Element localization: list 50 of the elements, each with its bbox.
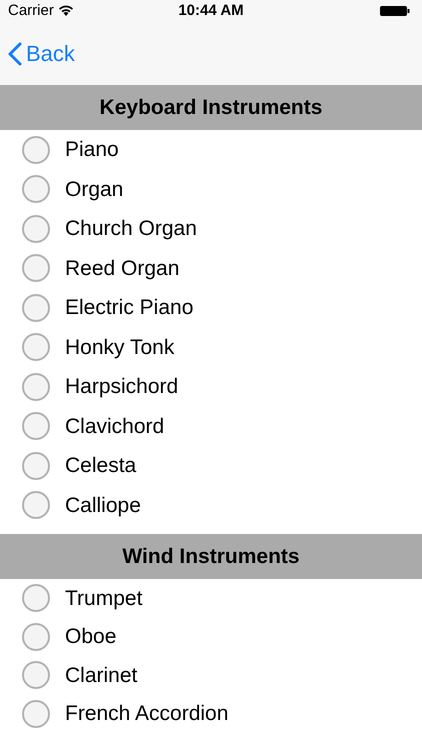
radio-option[interactable]: Trumpet	[0, 579, 422, 618]
section-header: Keyboard Instruments	[0, 85, 422, 130]
option-label: Piano	[65, 137, 119, 163]
radio-button[interactable]	[22, 254, 50, 282]
radio-button[interactable]	[22, 412, 50, 440]
radio-option[interactable]: Church Organ	[0, 209, 422, 248]
option-label: Electric Piano	[65, 295, 194, 321]
option-label: Clavichord	[65, 414, 164, 440]
radio-option[interactable]: Harpsichord	[0, 367, 422, 406]
radio-option[interactable]: French Accordion	[0, 694, 422, 733]
radio-button[interactable]	[22, 175, 50, 204]
radio-button[interactable]	[22, 584, 50, 612]
section-header: Wind Instruments	[0, 534, 422, 579]
radio-button[interactable]	[22, 372, 50, 401]
radio-option[interactable]: Clarinet	[0, 656, 422, 694]
option-label: Celesta	[65, 453, 136, 479]
radio-button[interactable]	[22, 491, 50, 520]
radio-option[interactable]: Reed Organ	[0, 248, 422, 288]
wifi-icon	[58, 5, 74, 17]
radio-button[interactable]	[22, 214, 50, 243]
option-label: French Accordion	[65, 701, 228, 727]
option-label: Church Organ	[65, 216, 197, 242]
chevron-left-icon	[8, 42, 22, 66]
radio-option[interactable]: Celesta	[0, 446, 422, 486]
back-button[interactable]: Back	[8, 37, 75, 70]
radio-button[interactable]	[22, 452, 50, 480]
radio-button[interactable]	[22, 333, 50, 362]
radio-option[interactable]: Piano	[0, 130, 422, 170]
battery-icon	[380, 5, 410, 17]
radio-button[interactable]	[22, 136, 50, 164]
radio-button[interactable]	[22, 661, 50, 690]
option-label: Honky Tonk	[65, 334, 174, 360]
radio-option[interactable]: Oboe	[0, 618, 422, 656]
option-label: Oboe	[65, 624, 116, 650]
option-label: Organ	[65, 176, 124, 202]
radio-button[interactable]	[22, 700, 50, 728]
option-label: Harpsichord	[65, 374, 178, 400]
option-label: Calliope	[65, 492, 141, 518]
radio-option[interactable]: Honky Tonk	[0, 328, 422, 367]
radio-option[interactable]: Clavichord	[0, 406, 422, 446]
carrier-label: Carrier	[8, 0, 54, 21]
clock-time: 10:44 AM	[178, 0, 244, 21]
radio-option[interactable]: Organ	[0, 170, 422, 209]
option-label: Reed Organ	[65, 256, 180, 282]
radio-button[interactable]	[22, 622, 50, 651]
option-label: Trumpet	[65, 586, 142, 612]
radio-option[interactable]: Calliope	[0, 486, 422, 525]
option-label: Clarinet	[65, 662, 138, 688]
radio-option[interactable]: Electric Piano	[0, 288, 422, 328]
radio-button[interactable]	[22, 294, 50, 322]
